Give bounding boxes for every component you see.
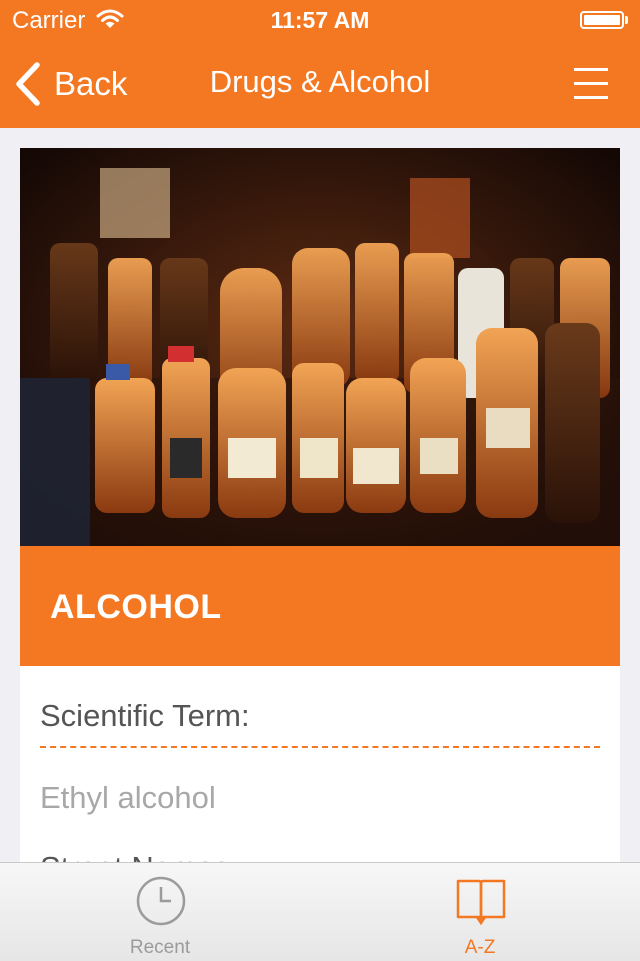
scientific-term-label: Scientific Term: <box>40 698 250 733</box>
alcohol-bottles-photo <box>20 148 620 546</box>
battery-tip <box>625 16 628 24</box>
drug-title-band: ALCOHOL <box>20 546 620 666</box>
page-title: Drugs & Alcohol <box>209 64 431 99</box>
drug-details: Scientific Term: Ethyl alcohol Street Na… <box>20 666 620 866</box>
clock-icon <box>136 876 186 926</box>
section-divider <box>40 746 600 748</box>
hamburger-menu-icon[interactable] <box>574 64 612 104</box>
book-icon <box>456 879 506 926</box>
drug-title: ALCOHOL <box>50 588 222 626</box>
tab-bar: Recent A-Z <box>0 862 640 961</box>
tab-recent-label: Recent <box>129 937 191 958</box>
nav-bar: Carrier 11:57 AM Back Drugs & Alcohol <box>0 0 640 128</box>
scientific-term-value: Ethyl alcohol <box>40 780 216 815</box>
status-bar: Carrier 11:57 AM <box>0 0 640 40</box>
tab-a-z-label: A-Z <box>464 937 496 958</box>
tab-recent[interactable]: Recent <box>0 863 320 961</box>
battery-icon <box>580 11 624 29</box>
status-time: 11:57 AM <box>270 7 370 33</box>
tab-a-z[interactable]: A-Z <box>320 863 640 961</box>
